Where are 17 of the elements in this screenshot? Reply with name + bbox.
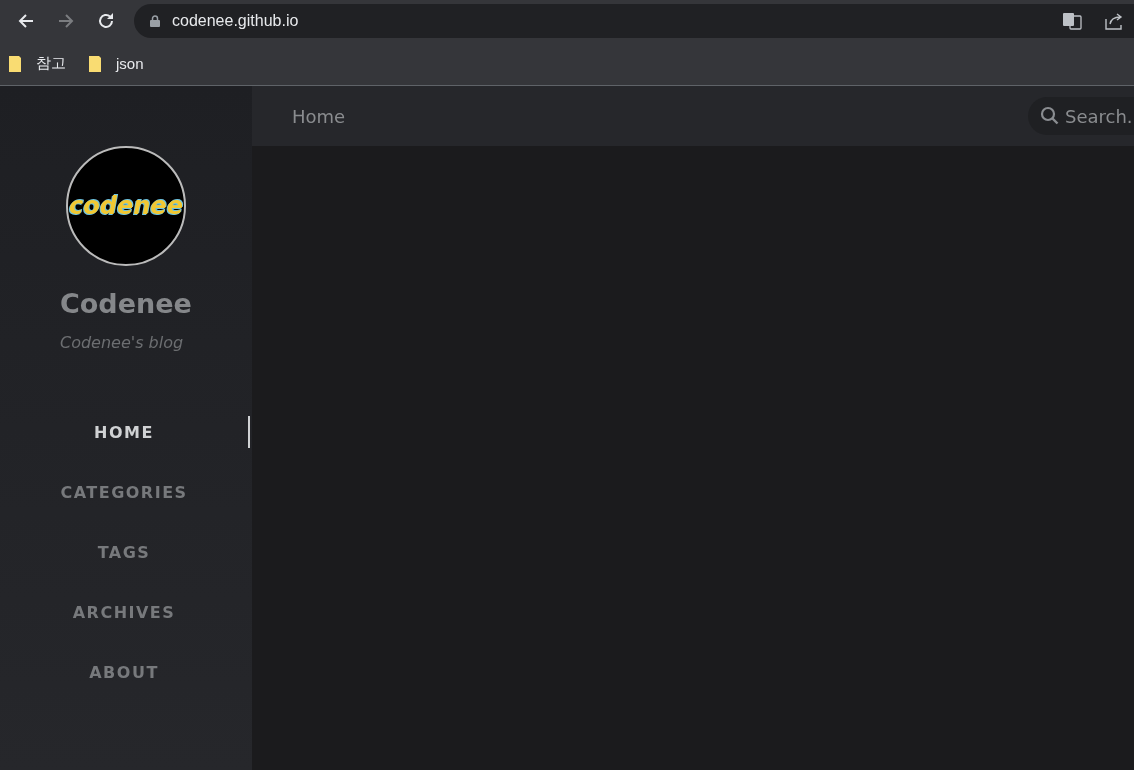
bookmark-item[interactable]: json [88,54,144,73]
url-text: codenee.github.io [172,12,299,30]
share-icon[interactable] [1104,11,1124,31]
nav-link[interactable]: HOME [0,402,250,462]
site-title[interactable]: Codenee [60,288,192,319]
address-bar[interactable]: codenee.github.io [134,4,1134,38]
bookmark-item[interactable]: 참고 [8,54,66,73]
nav-link[interactable]: TAGS [0,522,250,582]
site-subtitle: Codenee's blog [60,333,184,352]
search-field[interactable]: Search.. [1028,97,1134,135]
avatar-logo: codenee [66,146,186,266]
breadcrumb: Home [292,105,346,127]
nav-link[interactable]: ABOUT [0,642,250,702]
lock-icon [150,15,160,27]
reload-icon[interactable] [96,11,116,31]
nav-link[interactable]: CATEGORIES [0,462,250,522]
nav-link[interactable]: ARCHIVES [0,582,250,642]
